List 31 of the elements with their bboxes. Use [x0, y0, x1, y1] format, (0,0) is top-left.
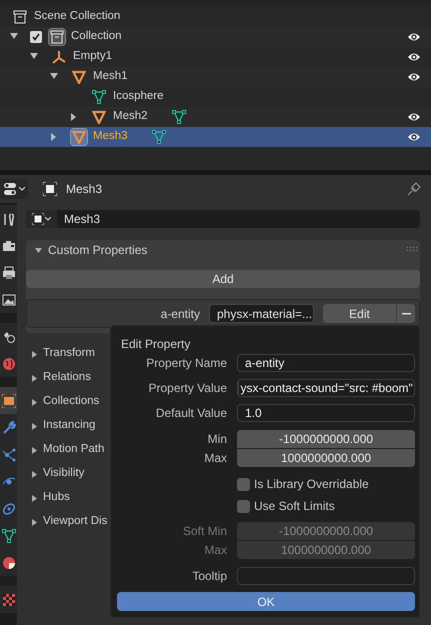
property-name: a-entity: [160, 306, 200, 322]
object-name: Mesh3: [66, 181, 102, 198]
item-label: Empty1: [73, 49, 112, 64]
field-label: Tooltip: [191, 568, 227, 585]
checkbox-label: Is Library Overridable: [254, 476, 369, 493]
field-label: Soft Min: [182, 523, 227, 540]
field-text: a-entity: [245, 355, 284, 371]
item-label: Mesh2: [113, 109, 148, 124]
checkbox-label: Use Soft Limits: [254, 498, 335, 515]
item-label: Mesh1: [93, 69, 128, 84]
panel-title: Custom Properties: [48, 242, 148, 259]
field-label: Min: [206, 431, 227, 448]
dialog-title: Edit Property: [120, 336, 192, 353]
field-label: Property Value: [148, 380, 227, 397]
item-label: Mesh3: [93, 129, 128, 144]
panel-title: Relations: [43, 370, 91, 386]
panel-title: Instancing: [43, 418, 96, 434]
field-label: Max: [203, 542, 227, 559]
item-label: Scene Collection: [34, 9, 120, 24]
field-label: Default Value: [154, 405, 227, 422]
panel-title: Transform: [43, 346, 95, 362]
field-text: 1.0: [245, 405, 262, 421]
panel-title: Viewport Dis: [43, 514, 108, 530]
panel-title: Hubs: [43, 490, 70, 506]
item-label: Collection: [71, 29, 122, 44]
field-label: Property Name: [145, 355, 227, 372]
field-label: Max: [203, 450, 227, 467]
panel-title: Collections: [43, 394, 100, 410]
panel-title: Motion Path: [43, 442, 104, 458]
item-label: Icosphere: [113, 89, 164, 104]
panel-title: Visibility: [43, 466, 84, 482]
